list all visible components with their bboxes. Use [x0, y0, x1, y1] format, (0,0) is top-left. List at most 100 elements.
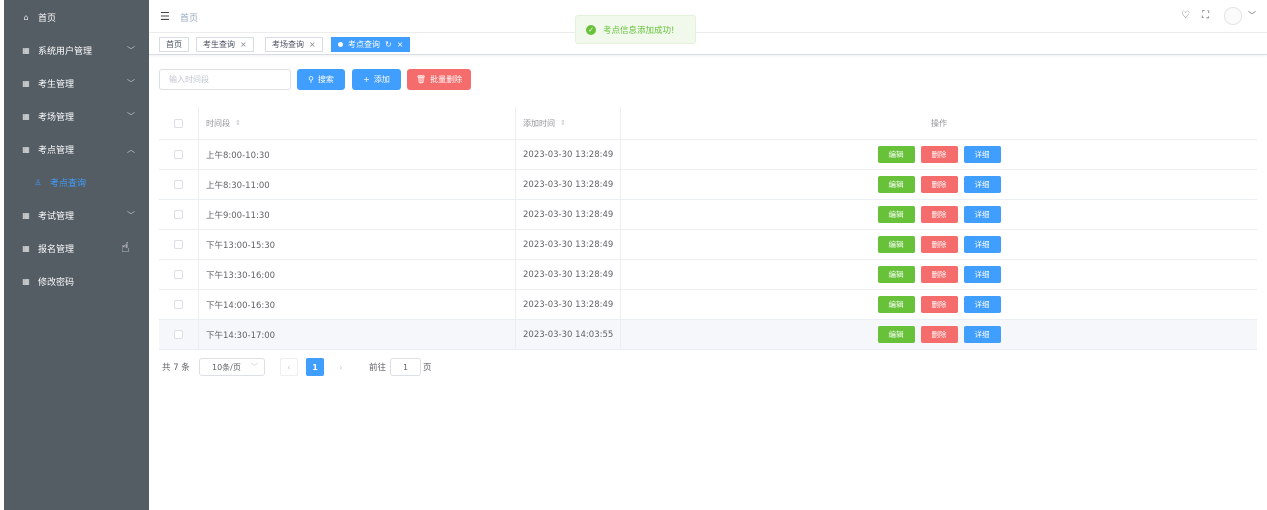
detail-button[interactable]: 详细	[963, 296, 1001, 313]
cell-added: 2023-03-30 13:28:49	[516, 230, 621, 259]
page-number-current[interactable]: 1	[306, 358, 324, 376]
avatar[interactable]	[1224, 7, 1242, 25]
search-button[interactable]: ⚲ 搜索	[297, 69, 345, 90]
tab-examinee-query[interactable]: 考生查询 ×	[196, 37, 254, 52]
page-size-select[interactable]: 10条/页 ﹀	[199, 358, 265, 376]
detail-button[interactable]: 详细	[963, 236, 1001, 253]
search-input[interactable]	[159, 69, 291, 90]
row-check-cell	[159, 260, 199, 289]
cell-added: 2023-03-30 13:28:49	[516, 170, 621, 199]
column-header-added[interactable]: 添加时间 ⇕	[516, 107, 621, 139]
chevron-up-icon: ︿	[127, 145, 135, 154]
hand-cursor-icon: ☝	[121, 240, 130, 256]
chevron-down-icon: ﹀	[127, 79, 135, 88]
cell-actions: 编辑 删除 详细	[621, 230, 1257, 259]
delete-button[interactable]: 删除	[920, 146, 958, 163]
sort-icon[interactable]: ⇕	[560, 119, 566, 127]
table-row: 上午9:00-11:30 2023-03-30 13:28:49 编辑 删除 详…	[159, 200, 1257, 230]
next-page-button[interactable]: ›	[332, 358, 350, 376]
edit-button[interactable]: 编辑	[877, 176, 915, 193]
sort-icon[interactable]: ⇕	[235, 119, 241, 127]
prev-page-button[interactable]: ‹	[280, 358, 298, 376]
chevron-down-icon[interactable]: ﹀	[1248, 10, 1256, 21]
cell-time: 下午13:30-16:00	[199, 260, 516, 289]
row-check-cell	[159, 170, 199, 199]
row-checkbox[interactable]	[174, 330, 183, 339]
cell-actions: 编辑 删除 详细	[621, 200, 1257, 229]
grid-icon: ▦	[22, 277, 30, 286]
grid-icon: ▦	[22, 112, 30, 121]
chevron-down-icon: ﹀	[127, 211, 135, 220]
sidebar-item-examinees[interactable]: ▦ 考生管理 ﹀	[4, 67, 149, 100]
batch-delete-button-label: 批量删除	[430, 75, 463, 84]
sidebar-item-site-query[interactable]: ♙ 考点查询	[4, 166, 149, 199]
refresh-icon[interactable]: ↻	[385, 40, 392, 49]
close-icon[interactable]: ×	[240, 40, 247, 49]
detail-button[interactable]: 详细	[963, 326, 1001, 343]
cell-time: 下午13:00-15:30	[199, 230, 516, 259]
tab-home[interactable]: 首页	[159, 37, 189, 52]
edit-button[interactable]: 编辑	[877, 236, 915, 253]
tab-label: 考点查询	[348, 40, 380, 49]
batch-delete-button[interactable]: 🗑 批量删除	[407, 69, 471, 90]
sidebar-item-exam-rooms[interactable]: ▦ 考场管理 ﹀	[4, 100, 149, 133]
cell-actions: 编辑 删除 详细	[621, 290, 1257, 319]
hamburger-icon[interactable]: ☰	[160, 10, 170, 23]
column-header-time[interactable]: 时间段 ⇕	[199, 107, 516, 139]
cell-actions: 编辑 删除 详细	[621, 140, 1257, 169]
cell-time: 下午14:30-17:00	[199, 320, 516, 349]
edit-button[interactable]: 编辑	[877, 296, 915, 313]
tab-label: 考生查询	[203, 40, 235, 49]
sidebar-item-home[interactable]: ⌂ 首页	[4, 1, 149, 34]
cell-actions: 编辑 删除 详细	[621, 170, 1257, 199]
add-button-label: 添加	[373, 75, 390, 84]
theme-icon[interactable]: ♡	[1181, 10, 1190, 21]
tab-site-query[interactable]: 考点查询 ↻ ×	[331, 37, 411, 52]
edit-button[interactable]: 编辑	[877, 266, 915, 283]
row-checkbox[interactable]	[174, 300, 183, 309]
row-checkbox[interactable]	[174, 150, 183, 159]
row-checkbox[interactable]	[174, 270, 183, 279]
edit-button[interactable]: 编辑	[877, 326, 915, 343]
detail-button[interactable]: 详细	[963, 146, 1001, 163]
goto-page-input[interactable]: 1	[390, 358, 421, 376]
row-check-cell	[159, 320, 199, 349]
column-header-label: 时间段	[206, 118, 230, 128]
plus-icon: +	[363, 75, 370, 84]
add-button[interactable]: + 添加	[352, 69, 401, 90]
sidebar-item-system-users[interactable]: ▦ 系统用户管理 ﹀	[4, 34, 149, 67]
edit-button[interactable]: 编辑	[877, 146, 915, 163]
home-icon: ⌂	[23, 13, 29, 22]
row-check-cell	[159, 230, 199, 259]
grid-icon: ▦	[22, 211, 30, 220]
tab-room-query[interactable]: 考场查询 ×	[265, 37, 323, 52]
chevron-down-icon: ﹀	[251, 363, 258, 371]
row-checkbox[interactable]	[174, 180, 183, 189]
row-checkbox[interactable]	[174, 210, 183, 219]
select-all-checkbox[interactable]	[174, 118, 183, 128]
table-row: 上午8:00-10:30 2023-03-30 13:28:49 编辑 删除 详…	[159, 140, 1257, 170]
close-icon[interactable]: ×	[397, 40, 404, 49]
cell-actions: 编辑 删除 详细	[621, 260, 1257, 289]
cell-time: 下午14:00-16:30	[199, 290, 516, 319]
sidebar-item-label: 修改密码	[38, 278, 75, 288]
row-checkbox[interactable]	[174, 240, 183, 249]
sidebar-item-change-password[interactable]: ▦ 修改密码	[4, 265, 149, 298]
delete-button[interactable]: 删除	[920, 326, 958, 343]
delete-button[interactable]: 删除	[920, 236, 958, 253]
column-header-label: 操作	[931, 118, 947, 128]
detail-button[interactable]: 详细	[963, 266, 1001, 283]
sidebar-item-label: 考点管理	[38, 146, 75, 156]
close-icon[interactable]: ×	[309, 40, 316, 49]
breadcrumb[interactable]: 首页	[180, 11, 198, 24]
detail-button[interactable]: 详细	[963, 206, 1001, 223]
delete-button[interactable]: 删除	[920, 206, 958, 223]
edit-button[interactable]: 编辑	[877, 206, 915, 223]
delete-button[interactable]: 删除	[920, 296, 958, 313]
sidebar-item-exam-sites[interactable]: ▦ 考点管理 ︿	[4, 133, 149, 166]
delete-button[interactable]: 删除	[920, 266, 958, 283]
delete-button[interactable]: 删除	[920, 176, 958, 193]
sidebar-item-exams[interactable]: ▦ 考试管理 ﹀	[4, 199, 149, 232]
fullscreen-icon[interactable]: ⛶	[1202, 10, 1209, 21]
detail-button[interactable]: 详细	[963, 176, 1001, 193]
